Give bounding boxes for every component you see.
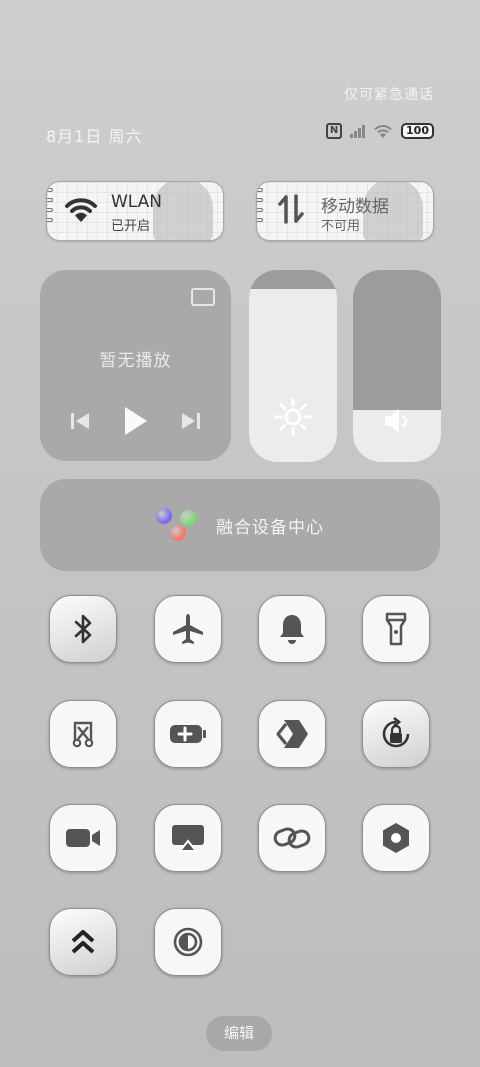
contrast-toggle[interactable] [154,908,222,976]
date-label: 8月1日 周六 [46,127,143,146]
airplane-mode-toggle[interactable] [154,595,222,663]
nfc-icon: N [326,123,343,139]
edit-button[interactable]: 编辑 [206,1016,272,1051]
next-icon[interactable] [180,411,202,431]
super-power-saving-toggle[interactable] [49,908,117,976]
fusion-dot [180,510,196,526]
settings-toggle[interactable] [362,804,430,872]
status-bar-icons: N 100 [326,123,434,139]
battery-saver-toggle[interactable] [154,700,222,768]
contrast-icon [173,927,203,957]
fusion-dots-icon [156,508,198,542]
wlan-title: WLAN [111,192,163,212]
mobile-data-title: 移动数据 [321,197,389,217]
screen-record-icon [66,829,100,847]
media-empty-text: 暂无播放 [99,351,172,371]
screen-record-toggle[interactable] [49,804,117,872]
flashlight-icon [385,612,407,646]
flashlight-toggle[interactable] [362,595,430,663]
link-toggle[interactable] [258,804,326,872]
screen-cast-toggle[interactable] [154,804,222,872]
screen-cast-icon [172,825,204,852]
previous-icon[interactable] [69,411,91,431]
bluetooth-icon [74,614,92,644]
share-icon [276,720,308,748]
mobile-data-card[interactable]: 移动数据 不可用 [256,181,434,241]
rotation-lock-toggle[interactable] [362,700,430,768]
play-icon[interactable] [121,405,149,437]
fusion-label: 融合设备中心 [216,517,324,538]
bluetooth-toggle[interactable] [49,595,117,663]
battery-icon: 100 [401,123,434,139]
brightness-slider[interactable] [249,270,337,462]
settings-icon [383,823,409,853]
fusion-dot [170,525,186,541]
data-arrows-icon [278,194,304,224]
fusion-device-center[interactable]: 融合设备中心 [40,479,440,571]
binder-rings [257,188,263,222]
wifi-status-icon [374,124,392,138]
media-controls [40,405,231,437]
wifi-icon [65,198,97,222]
signal-icon [350,124,366,138]
cast-icon[interactable] [191,288,215,306]
link-icon [273,827,311,849]
ring-mode-toggle[interactable] [258,595,326,663]
screenshot-icon [72,721,94,748]
sun-icon [249,398,337,440]
wlan-status: 已开启 [111,219,151,234]
airplane-icon [173,614,203,644]
rotation-lock-icon [382,717,410,748]
emergency-call-text: 仅可紧急通话 [344,87,434,103]
media-panel[interactable]: 暂无播放 [40,270,231,461]
share-toggle[interactable] [258,700,326,768]
battery-saver-icon [170,725,206,743]
binder-rings [47,188,53,222]
chevron-up-icon [71,930,95,954]
wlan-card[interactable]: WLAN 已开启 [46,181,224,241]
speaker-icon [353,406,441,440]
volume-slider[interactable] [353,270,441,462]
bell-icon [280,615,304,644]
fusion-dot [156,508,172,524]
screenshot-toggle[interactable] [49,700,117,768]
mobile-data-status: 不可用 [321,219,361,234]
